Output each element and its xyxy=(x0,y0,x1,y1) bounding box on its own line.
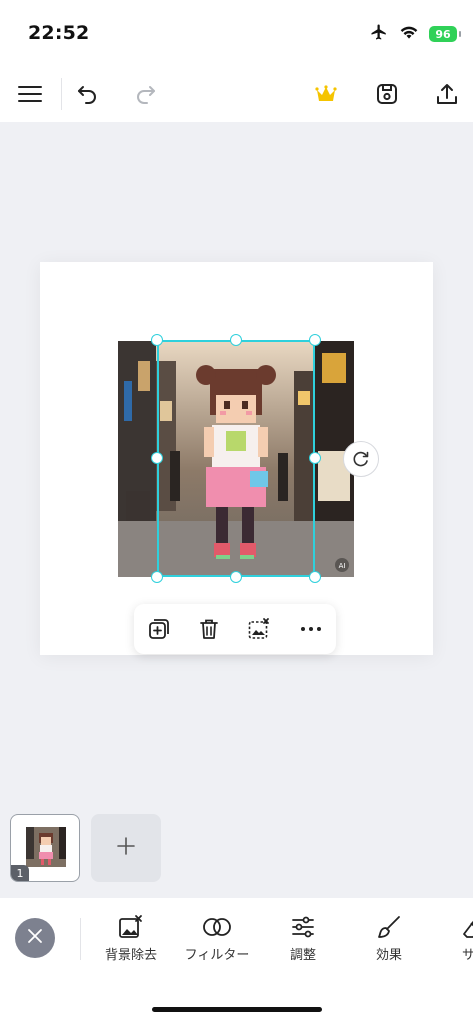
adjust-icon xyxy=(260,914,346,940)
tool-filter[interactable]: フィルター xyxy=(174,914,260,968)
replace-image-icon[interactable] xyxy=(246,616,272,642)
crown-icon[interactable] xyxy=(312,80,340,108)
resize-handle-right[interactable] xyxy=(309,452,321,464)
element-context-toolbar xyxy=(134,604,336,654)
editor-toolbar xyxy=(0,64,473,122)
tool-size[interactable]: サイ xyxy=(432,914,473,968)
resize-handle-top-left[interactable] xyxy=(151,334,163,346)
tool-label: サイ xyxy=(461,948,473,963)
rotate-icon[interactable] xyxy=(343,441,379,477)
tool-remove-background[interactable]: 背景除去 xyxy=(88,914,174,968)
remove-background-icon xyxy=(88,914,174,940)
eraser-icon xyxy=(432,914,473,940)
close-button[interactable] xyxy=(15,918,55,958)
wifi-icon xyxy=(399,24,419,44)
resize-handle-bottom-left[interactable] xyxy=(151,571,163,583)
page-number: 1 xyxy=(11,865,29,881)
selection-frame[interactable] xyxy=(157,340,315,577)
resize-handle-bottom[interactable] xyxy=(230,571,242,583)
status-icons: 96 xyxy=(369,23,461,45)
hamburger-icon[interactable] xyxy=(16,80,44,108)
share-icon[interactable] xyxy=(433,80,461,108)
bottom-toolbar: 背景除去 フィルター 調整 効果 サイ xyxy=(0,898,473,1024)
filter-icon xyxy=(174,914,260,940)
tool-adjust[interactable]: 調整 xyxy=(260,914,346,968)
save-icon[interactable] xyxy=(373,80,401,108)
close-icon xyxy=(26,927,44,949)
resize-handle-bottom-right[interactable] xyxy=(309,571,321,583)
home-indicator xyxy=(152,1007,322,1012)
plus-icon xyxy=(116,836,136,860)
brush-icon xyxy=(346,914,432,940)
add-page-button[interactable] xyxy=(91,814,161,882)
undo-icon[interactable] xyxy=(73,80,101,108)
page-thumbnail-image xyxy=(26,827,66,867)
status-time: 22:52 xyxy=(28,22,90,44)
airplane-icon xyxy=(369,23,389,45)
battery-indicator: 96 xyxy=(429,26,461,42)
redo-icon[interactable] xyxy=(132,80,160,108)
ai-badge: AI xyxy=(339,562,346,570)
more-icon[interactable] xyxy=(298,616,324,642)
status-bar: 22:52 96 xyxy=(0,0,473,64)
page-thumbnail[interactable]: 1 xyxy=(10,814,80,882)
tool-effects[interactable]: 効果 xyxy=(346,914,432,968)
resize-handle-top-right[interactable] xyxy=(309,334,321,346)
delete-icon[interactable] xyxy=(196,616,222,642)
toolbar-divider xyxy=(61,78,62,110)
resize-handle-top[interactable] xyxy=(230,334,242,346)
duplicate-icon[interactable] xyxy=(146,616,172,642)
resize-handle-left[interactable] xyxy=(151,452,163,464)
